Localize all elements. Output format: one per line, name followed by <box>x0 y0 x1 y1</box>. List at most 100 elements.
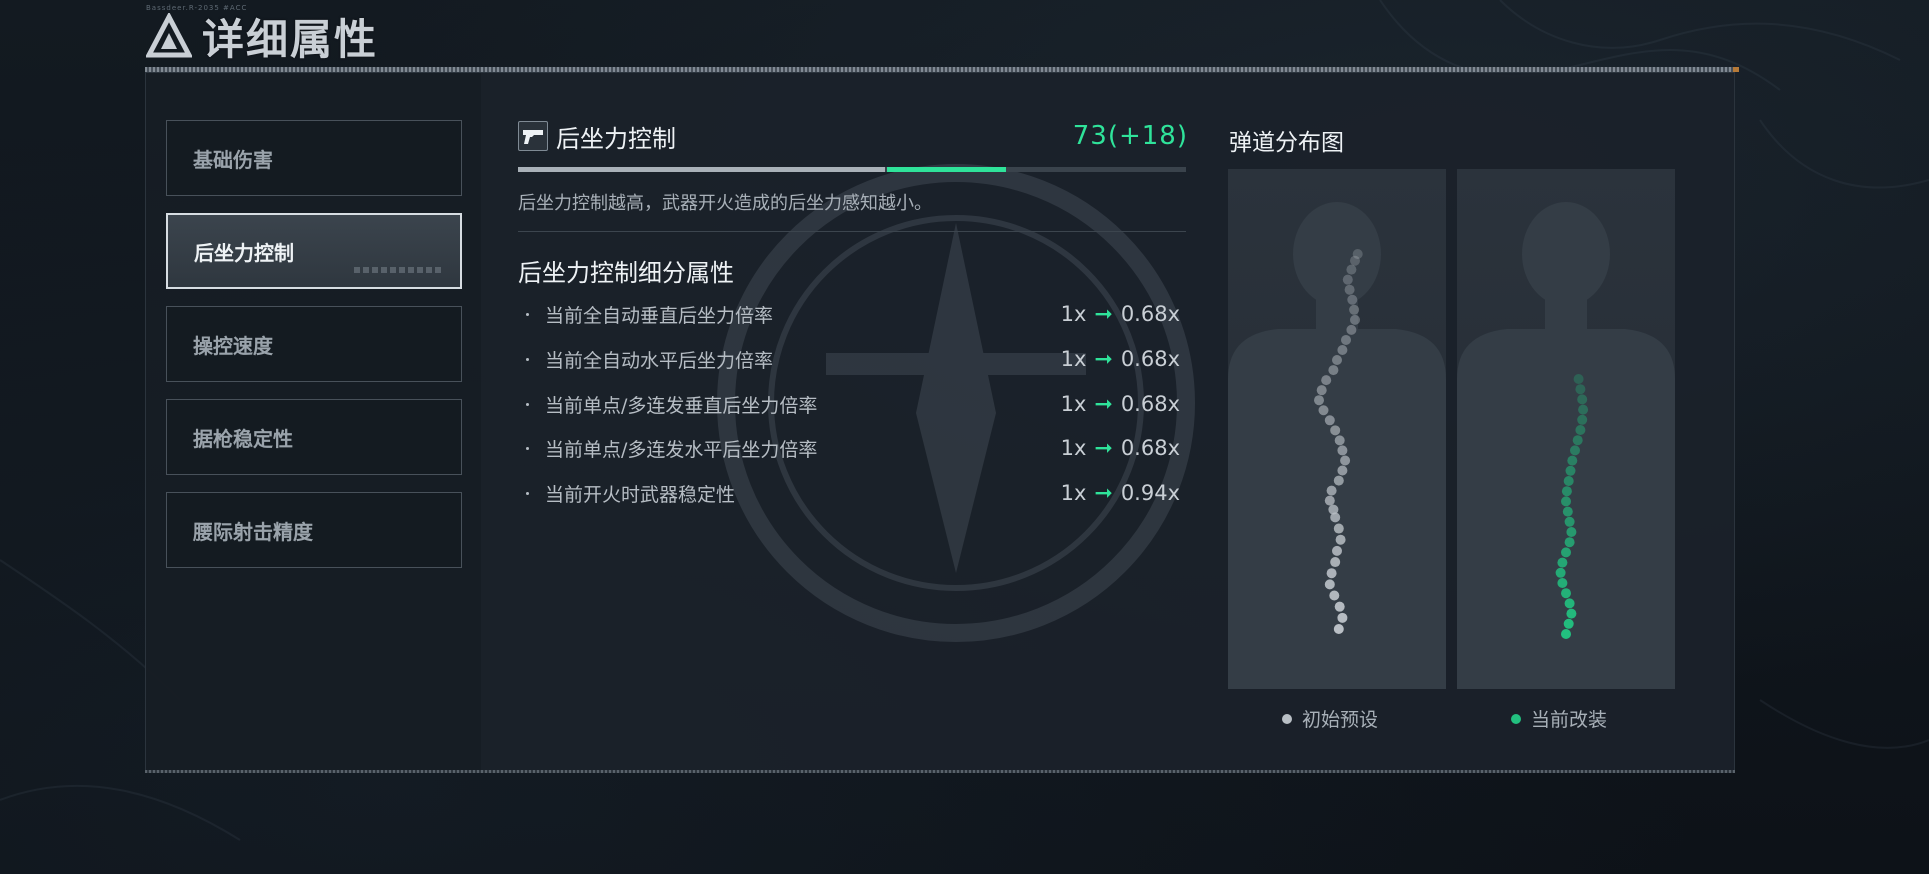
spread-point <box>1342 274 1353 285</box>
arrow-right-icon: ➞ <box>1094 480 1113 506</box>
arrow-right-icon: ➞ <box>1094 391 1113 417</box>
arrow-right-icon: ➞ <box>1094 301 1113 327</box>
spread-point <box>1561 547 1571 558</box>
spread-point <box>1350 314 1360 325</box>
sub-attribute-label: 当前全自动垂直后坐力倍率 <box>545 304 774 327</box>
spread-point <box>1565 465 1576 476</box>
value-to: 0.94x <box>1120 481 1180 505</box>
spread-point <box>1341 334 1351 345</box>
bottom-rule <box>145 770 1735 773</box>
stat-bar-bonus <box>887 167 1006 172</box>
tab-label: 后坐力控制 <box>194 240 294 265</box>
sub-attribute-row: 当前单点/多连发水平后坐力倍率 1x ➞ 0.68x <box>526 433 1180 463</box>
value-to: 0.68x <box>1120 436 1180 460</box>
spread-point <box>1324 579 1335 590</box>
sub-attribute-row: 当前全自动水平后坐力倍率 1x ➞ 0.68x <box>526 344 1180 374</box>
spread-point <box>1333 475 1344 486</box>
legend-label: 当前改装 <box>1531 709 1608 731</box>
sub-attribute-values: 1x ➞ 0.94x <box>1061 481 1180 506</box>
stat-progress-bar <box>518 167 1186 172</box>
sub-attribute-label: 当前单点/多连发水平后坐力倍率 <box>545 438 818 461</box>
stat-name: 后坐力控制 <box>556 124 676 153</box>
spread-point <box>1347 294 1358 305</box>
spread-point <box>1337 445 1348 456</box>
spread-point <box>1321 375 1332 386</box>
tab-hipfire-accuracy[interactable]: 腰际射击精度 <box>166 492 462 568</box>
spread-point <box>1324 495 1335 506</box>
spread-point <box>1566 527 1577 537</box>
spread-point <box>1324 415 1335 426</box>
value-from: 1x <box>1060 392 1087 416</box>
value-to: 0.68x <box>1120 302 1180 326</box>
spread-point <box>1332 355 1342 366</box>
sub-attribute-label: 当前单点/多连发垂直后坐力倍率 <box>545 394 818 417</box>
tab-handling-speed[interactable]: 操控速度 <box>166 306 462 382</box>
bullet-dot <box>526 446 529 450</box>
header: 详细属性 <box>146 10 378 64</box>
spread-point <box>1344 284 1355 295</box>
tab-label: 操控速度 <box>193 333 273 358</box>
divider <box>518 231 1186 232</box>
spread-point <box>1561 496 1571 507</box>
page-title: 详细属性 <box>202 14 379 64</box>
spread-point <box>1563 476 1574 486</box>
legend-initial: 初始预设 <box>1282 705 1378 732</box>
spread-point <box>1316 385 1327 396</box>
stat-header: 后坐力控制 73(+18) <box>518 119 1188 153</box>
value-from: 1x <box>1060 481 1087 505</box>
tab-base-damage[interactable]: 基础伤害 <box>166 120 462 196</box>
bullet-dot <box>526 312 529 316</box>
stat-description: 后坐力控制越高，武器开火造成的后坐力感知越小。 <box>518 193 932 214</box>
sub-attributes-title: 后坐力控制细分属性 <box>518 259 734 287</box>
spread-point <box>1337 465 1348 476</box>
spread-point <box>1575 384 1586 395</box>
spread-point <box>1346 264 1357 275</box>
sub-attribute-values: 1x ➞ 0.68x <box>1061 392 1180 417</box>
spread-box-initial <box>1228 169 1446 689</box>
spread-point <box>1340 455 1351 466</box>
page: Bassdeer.R-2035 #ACC 详细属性 基础伤害 后坐力控制 操控速… <box>0 0 1929 874</box>
spread-point <box>1352 249 1363 259</box>
spread-point <box>1337 344 1348 355</box>
spread-point <box>1563 618 1574 629</box>
legend-dot-icon <box>1511 713 1521 724</box>
spread-point <box>1577 394 1588 405</box>
sub-attribute-row: 当前单点/多连发垂直后坐力倍率 1x ➞ 0.68x <box>526 389 1180 419</box>
tab-label: 据枪稳定性 <box>193 426 293 451</box>
spread-point <box>1334 435 1345 446</box>
spread-point <box>1337 612 1348 623</box>
spread-point <box>1561 629 1571 639</box>
spread-point <box>1575 425 1586 435</box>
arrow-right-icon: ➞ <box>1094 435 1113 461</box>
legend-dot-icon <box>1282 713 1292 724</box>
spread-point <box>1573 374 1584 384</box>
spread-point <box>1335 534 1346 545</box>
tab-aim-stability[interactable]: 据枪稳定性 <box>166 399 462 475</box>
spread-chart-title: 弹道分布图 <box>1229 130 1344 156</box>
spread-point <box>1326 485 1337 496</box>
legend-current: 当前改装 <box>1511 705 1607 732</box>
stat-value: 73(+18) <box>1072 121 1188 151</box>
spread-point <box>1562 506 1573 517</box>
spread-point <box>1330 557 1341 568</box>
tab-label: 腰际射击精度 <box>193 519 313 544</box>
spread-point <box>1567 455 1578 466</box>
sub-attribute-label: 当前全自动水平后坐力倍率 <box>545 349 774 372</box>
tab-active-decoration <box>354 267 444 273</box>
spread-point <box>1349 304 1360 315</box>
sub-attribute-label: 当前开火时武器稳定性 <box>545 483 736 506</box>
tab-recoil-control[interactable]: 后坐力控制 <box>166 213 462 289</box>
sub-attribute-row: 当前开火时武器稳定性 1x ➞ 0.94x <box>526 478 1180 508</box>
arrow-right-icon: ➞ <box>1094 346 1113 372</box>
spread-point <box>1557 578 1568 588</box>
sub-attribute-values: 1x ➞ 0.68x <box>1061 436 1180 461</box>
spread-chart-current <box>1457 202 1675 689</box>
bullet-dot <box>526 357 529 361</box>
spread-point <box>1328 365 1339 376</box>
spread-point <box>1333 624 1344 634</box>
sub-attribute-row: 当前全自动垂直后坐力倍率 1x ➞ 0.68x <box>526 299 1180 329</box>
stat-bar-base <box>518 167 886 172</box>
bullet-dot <box>526 402 529 406</box>
legend-label: 初始预设 <box>1302 709 1379 731</box>
value-from: 1x <box>1060 347 1087 371</box>
